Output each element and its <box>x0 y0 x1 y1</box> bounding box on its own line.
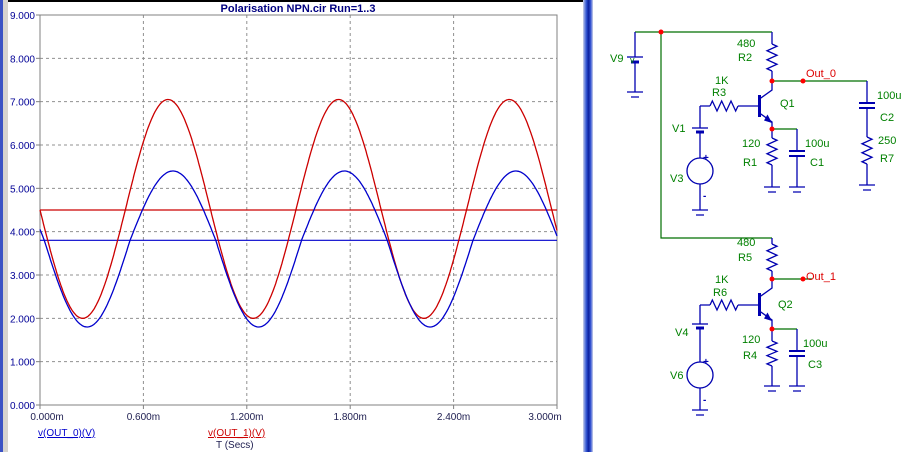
r3-name[interactable]: R3 <box>712 87 726 99</box>
y-tick-label: 1.000 <box>10 358 35 369</box>
x-tick-label: 2.400m <box>437 412 470 423</box>
window-left-margin <box>3 0 8 452</box>
microcap-window: { "chart": { "title": "Polarisation NPN.… <box>0 0 918 452</box>
v3-label[interactable]: V3 <box>670 173 683 185</box>
y-tick-label: 8.000 <box>10 54 35 65</box>
resistor-r1[interactable] <box>764 129 780 193</box>
x-axis-labels: 0.000m 0.600m 1.200m 1.800m 2.400m 3.000m <box>30 412 561 423</box>
battery-v4[interactable] <box>692 305 708 362</box>
r4-value[interactable]: 120 <box>742 334 760 346</box>
panel-splitter[interactable] <box>583 0 593 452</box>
x-tick-label: 1.800m <box>334 412 367 423</box>
ground-r7 <box>859 184 875 191</box>
r1-name[interactable]: R1 <box>743 157 757 169</box>
c1-value[interactable]: 100u <box>805 138 829 150</box>
c1-name[interactable]: C1 <box>810 157 824 169</box>
node-dot <box>769 126 775 132</box>
plot-title: Polarisation NPN.cir Run=1..3 <box>221 3 376 15</box>
resistor-r4[interactable] <box>764 329 780 392</box>
y-tick-label: 4.000 <box>10 228 35 239</box>
node-dot <box>800 276 806 282</box>
resistor-r5[interactable] <box>765 238 779 279</box>
ground-c3 <box>789 385 805 392</box>
r2-name[interactable]: R2 <box>738 52 752 64</box>
y-tick-label: 3.000 <box>10 271 35 282</box>
r3-value[interactable]: 1K <box>715 75 729 87</box>
y-tick-label: 5.000 <box>10 184 35 195</box>
ground-v9 <box>627 91 643 98</box>
q2-emitter-arrow <box>764 312 772 321</box>
node-dot <box>800 78 806 84</box>
v6-plus-sign: + <box>703 357 709 368</box>
transistor-q1[interactable] <box>758 81 773 129</box>
y-tick-label: 9.000 <box>10 11 35 22</box>
r1-value[interactable]: 120 <box>742 138 760 150</box>
v6-label[interactable]: V6 <box>670 370 683 382</box>
capacitor-c2[interactable] <box>859 81 875 137</box>
sine-source-v6[interactable] <box>686 361 714 416</box>
q1-emitter-arrow <box>764 114 772 123</box>
battery-v1[interactable] <box>692 106 708 158</box>
y-tick-label: 7.000 <box>10 98 35 109</box>
wire-vcc-feed[interactable] <box>660 32 772 239</box>
v9-label[interactable]: V9 <box>610 53 623 65</box>
v6-minus-sign: - <box>703 395 706 406</box>
r5-value[interactable]: 480 <box>737 237 755 249</box>
x-tick-label: 3.000m <box>528 412 561 423</box>
net-label-out0[interactable]: Out_0 <box>806 68 836 80</box>
r2-value[interactable]: 480 <box>737 38 755 50</box>
y-tick-label: 0.000 <box>10 401 35 412</box>
net-label-out1[interactable]: Out_1 <box>806 271 836 283</box>
y-tick-label: 2.000 <box>10 314 35 325</box>
v3-minus-sign: - <box>703 191 706 202</box>
c3-name[interactable]: C3 <box>808 359 822 371</box>
v9-suffix: v <box>630 55 635 65</box>
v3-plus-sign: + <box>703 153 709 164</box>
c3-value[interactable]: 100u <box>803 338 827 350</box>
waveform-plot-panel: Polarisation NPN.cir Run=1..3 9.000 8.000… <box>3 0 583 451</box>
c2-name[interactable]: C2 <box>880 112 894 124</box>
r4-name[interactable]: R4 <box>743 350 757 362</box>
ground-c1 <box>789 186 805 193</box>
x-tick-label: 1.200m <box>230 412 263 423</box>
axis-ticks <box>36 14 558 409</box>
capacitor-c1[interactable] <box>789 129 805 193</box>
r5-name[interactable]: R5 <box>738 252 752 264</box>
resistor-r7[interactable] <box>859 136 875 191</box>
resistor-r2[interactable] <box>765 32 779 81</box>
ground-r1 <box>764 186 780 193</box>
plot-panel-top-border <box>3 0 583 2</box>
v1-label[interactable]: V1 <box>672 123 685 135</box>
r6-name[interactable]: R6 <box>713 287 727 299</box>
y-axis-labels: 9.000 8.000 7.000 6.000 5.000 4.000 3.000 2.000… <box>10 11 35 412</box>
signal-curves[interactable] <box>39 98 558 328</box>
r7-value[interactable]: 250 <box>878 135 896 147</box>
ground-v6 <box>692 409 708 416</box>
x-axis-title: T (Secs) <box>216 440 254 451</box>
c2-value[interactable]: 100u <box>877 90 901 102</box>
transistor-q2[interactable] <box>758 279 773 329</box>
legend-out1: v(OUT_1)(V) <box>208 428 265 439</box>
node-dot <box>769 276 775 282</box>
node-dot <box>658 29 664 35</box>
r6-value[interactable]: 1K <box>715 274 729 286</box>
schematic-panel: V9 v 480 R2 Q1 1K R3 V1 + - V3 120 R1 10… <box>610 29 901 416</box>
x-tick-label: 0.000m <box>30 412 63 423</box>
ground-v3 <box>692 209 708 216</box>
signal-curve[interactable] <box>39 170 558 328</box>
x-tick-label: 0.600m <box>127 412 160 423</box>
ground-r4 <box>764 385 780 392</box>
v4-label[interactable]: V4 <box>675 327 688 339</box>
q2-label[interactable]: Q2 <box>778 299 793 311</box>
q1-label[interactable]: Q1 <box>780 98 795 110</box>
y-tick-label: 6.000 <box>10 141 35 152</box>
resistor-r6[interactable] <box>700 298 759 312</box>
signal-curve[interactable] <box>39 98 558 319</box>
resistor-r3[interactable] <box>700 99 759 113</box>
r7-name[interactable]: R7 <box>880 153 894 165</box>
legend-out0: v(OUT_0)(V) <box>38 428 95 439</box>
node-dot <box>769 326 775 332</box>
node-dot <box>769 78 775 84</box>
sine-source-v3[interactable] <box>686 157 714 216</box>
